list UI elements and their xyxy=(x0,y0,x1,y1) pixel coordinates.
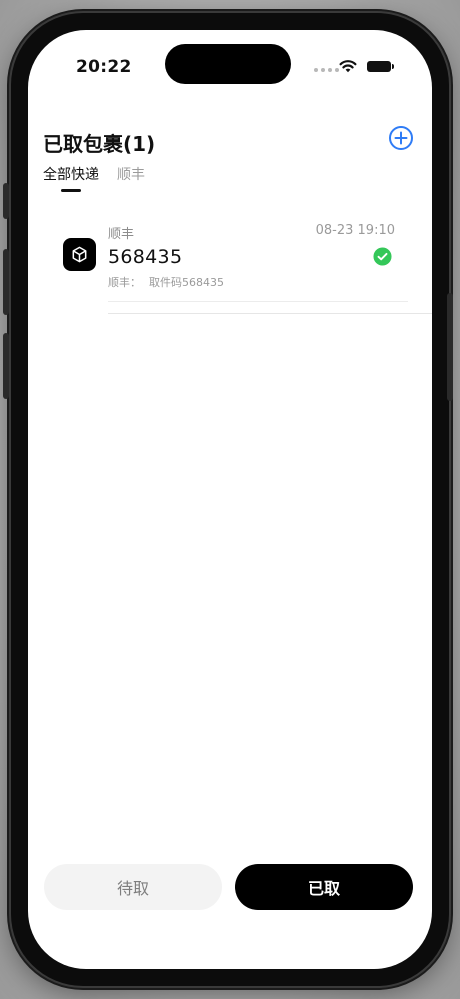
list-divider xyxy=(108,313,432,314)
phone-frame: 20:22 已取包裹(1) 全部快递 顺丰 顺丰 08-23 19:10 568… xyxy=(3,13,453,986)
item-divider xyxy=(108,301,408,302)
cellular-signal-icon xyxy=(314,68,339,72)
check-circle-icon xyxy=(373,247,392,266)
package-icon-badge xyxy=(63,238,96,271)
action-button xyxy=(3,183,9,219)
note-text: 取件码568435 xyxy=(149,276,224,289)
carrier-name: 顺丰 xyxy=(108,227,135,242)
app-screen: 20:22 已取包裹(1) 全部快递 顺丰 顺丰 08-23 19:10 568… xyxy=(28,30,432,969)
tab-all-couriers[interactable]: 全部快递 xyxy=(43,164,99,192)
package-list-item[interactable]: 顺丰 08-23 19:10 568435 顺丰： 取件码568435 xyxy=(28,212,432,314)
battery-icon xyxy=(367,61,394,72)
volume-up-button xyxy=(3,249,9,315)
dynamic-island xyxy=(165,44,291,84)
wifi-icon xyxy=(339,60,357,73)
note-label: 顺丰： xyxy=(108,276,141,289)
volume-down-button xyxy=(3,333,9,399)
pending-button[interactable]: 待取 xyxy=(44,864,222,910)
page-title: 已取包裹(1) xyxy=(43,132,156,156)
tab-sf-express[interactable]: 顺丰 xyxy=(117,164,145,192)
add-package-button[interactable] xyxy=(388,125,414,151)
package-note: 顺丰： 取件码568435 xyxy=(108,274,224,290)
pickup-code: 568435 xyxy=(108,246,183,268)
carrier-tabs: 全部快递 顺丰 xyxy=(43,164,145,192)
status-time: 20:22 xyxy=(76,57,132,77)
pickup-time: 08-23 19:10 xyxy=(315,223,395,238)
power-button xyxy=(447,293,453,401)
cube-icon xyxy=(72,246,87,263)
picked-up-button[interactable]: 已取 xyxy=(235,864,413,910)
plus-circle-icon xyxy=(389,126,413,150)
